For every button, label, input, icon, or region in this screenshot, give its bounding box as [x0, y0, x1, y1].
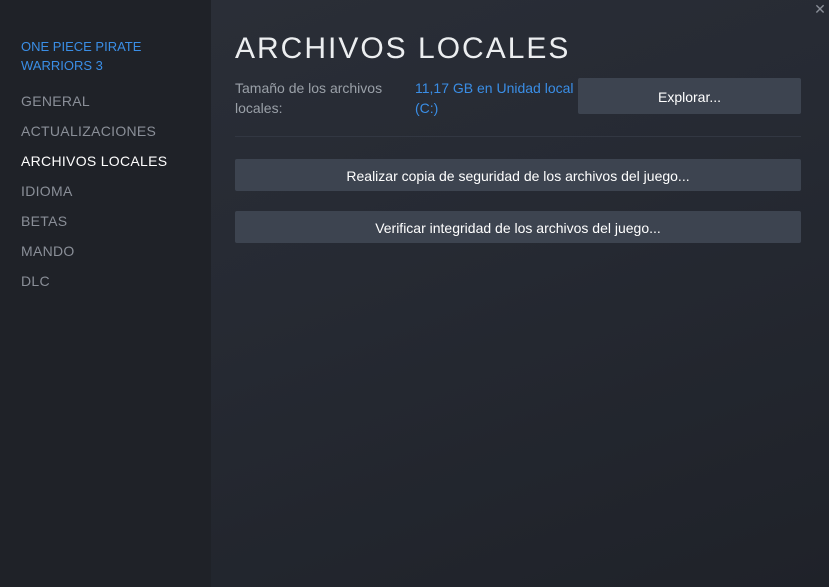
local-size-row: Tamaño de los archivos locales: 11,17 GB…	[235, 78, 801, 118]
sidebar-item-controller[interactable]: MANDO	[0, 236, 211, 266]
local-size-label: Tamaño de los archivos locales:	[235, 80, 383, 116]
local-size-value: 11,17 GB en Unidad local (C:)	[415, 80, 574, 116]
page-title: ARCHIVOS LOCALES	[235, 32, 571, 65]
sidebar-item-updates[interactable]: ACTUALIZACIONES	[0, 116, 211, 146]
sidebar-item-betas[interactable]: BETAS	[0, 206, 211, 236]
game-title: ONE PIECE PIRATE WARRIORS 3	[21, 39, 142, 73]
explore-button[interactable]: Explorar...	[578, 78, 801, 114]
sidebar: ONE PIECE PIRATE WARRIORS 3 GENERAL ACTU…	[0, 0, 211, 587]
divider	[235, 136, 801, 137]
main-content: ARCHIVOS LOCALES Tamaño de los archivos …	[211, 0, 829, 587]
verify-integrity-button[interactable]: Verificar integridad de los archivos del…	[235, 211, 801, 243]
sidebar-item-general[interactable]: GENERAL	[0, 86, 211, 116]
sidebar-item-local-files[interactable]: ARCHIVOS LOCALES	[0, 146, 211, 176]
sidebar-item-language[interactable]: IDIOMA	[0, 176, 211, 206]
sidebar-item-dlc[interactable]: DLC	[0, 266, 211, 296]
properties-window: ✕ ONE PIECE PIRATE WARRIORS 3 GENERAL AC…	[0, 0, 829, 587]
backup-files-button[interactable]: Realizar copia de seguridad de los archi…	[235, 159, 801, 191]
